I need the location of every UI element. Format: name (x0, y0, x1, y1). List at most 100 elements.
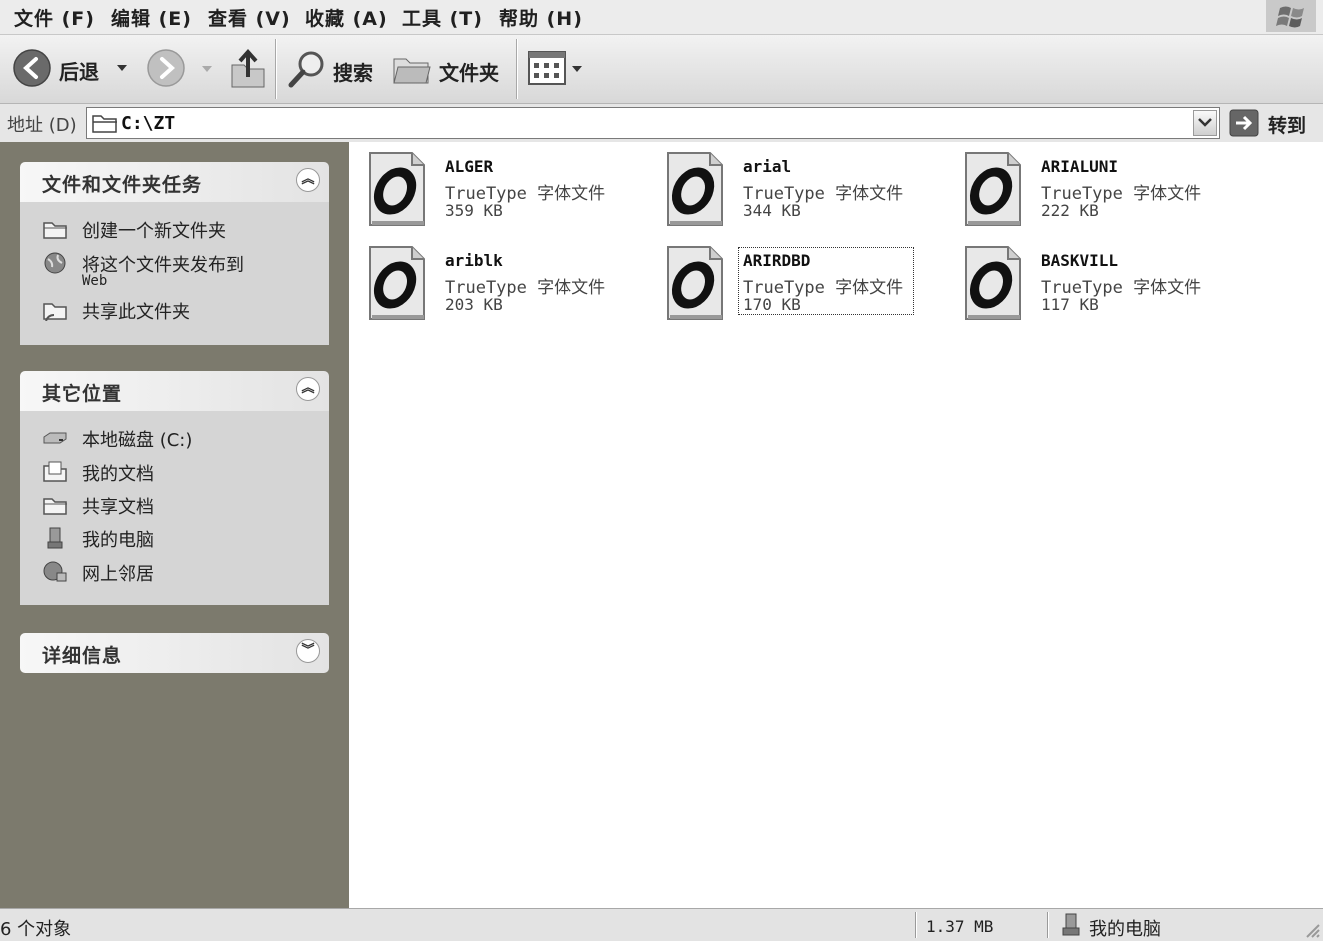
menu-view[interactable]: 查看 (V) (208, 4, 291, 31)
back-label: 后退 (59, 60, 99, 84)
file-size: 203 KB (445, 295, 503, 314)
status-location: 我的电脑 (1089, 919, 1161, 940)
place-label: 共享文档 (82, 497, 154, 518)
address-label: 地址 (D) (7, 115, 77, 136)
task-label: 共享此文件夹 (82, 302, 190, 323)
other-places-title: 其它位置 (42, 383, 123, 405)
shared-folder-icon (43, 303, 67, 321)
task-label: 创建一个新文件夹 (82, 221, 226, 242)
views-button[interactable] (528, 51, 586, 87)
address-dropdown-button[interactable] (1193, 110, 1217, 136)
task-new-folder[interactable]: 创建一个新文件夹 (42, 217, 322, 243)
font-file-item[interactable]: ARIALUNI TrueType 字体文件 222 KB (962, 149, 1232, 235)
menu-tools[interactable]: 工具 (T) (402, 4, 483, 31)
truetype-font-icon (965, 246, 1021, 320)
font-file-item[interactable]: arial TrueType 字体文件 344 KB (664, 149, 934, 235)
folders-icon (393, 58, 431, 84)
status-separator (915, 912, 916, 938)
menu-bar: 文件 (F) 编辑 (E) 查看 (V) 收藏 (A) 工具 (T) 帮助 (H… (0, 0, 1323, 35)
status-object-count: 6 个对象 (0, 919, 72, 940)
file-tasks-title: 文件和文件夹任务 (42, 174, 203, 196)
task-share-folder[interactable]: 共享此文件夹 (42, 298, 322, 324)
file-size: 222 KB (1041, 201, 1099, 220)
truetype-font-icon (965, 152, 1021, 226)
place-my-documents[interactable]: 我的文档 (42, 460, 322, 486)
folder-icon (43, 498, 67, 515)
chevron-down-icon[interactable] (116, 63, 128, 73)
place-local-disk[interactable]: 本地磁盘 (C:) (42, 426, 322, 452)
address-bar: 地址 (D) C:\ZT 转到 (0, 104, 1323, 143)
file-size: 170 KB (743, 295, 801, 314)
file-name: BASKVILL (1041, 251, 1119, 270)
go-label: 转到 (1268, 115, 1307, 137)
font-file-item[interactable]: ariblk TrueType 字体文件 203 KB (366, 243, 636, 329)
place-network[interactable]: 网上邻居 (42, 560, 322, 586)
file-name: ALGER (445, 157, 494, 176)
task-pane: 文件和文件夹任务 ︽ 创建一个新文件夹 将这个文件夹发布到 Web 共享此文件夹 (0, 142, 349, 908)
other-places-header[interactable]: 其它位置 ︽ (20, 371, 329, 411)
globe-icon (44, 252, 66, 274)
search-label: 搜索 (333, 61, 373, 85)
font-file-item[interactable]: ARIRDBD TrueType 字体文件 170 KB (664, 243, 934, 329)
folders-button[interactable]: 文件夹 (392, 47, 506, 91)
view-grid-icon (528, 51, 566, 85)
chevron-down-icon (572, 66, 582, 72)
forward-arrow-icon (147, 49, 185, 87)
file-size: 117 KB (1041, 295, 1099, 314)
font-file-item[interactable]: ALGER TrueType 字体文件 359 KB (366, 149, 636, 235)
place-shared-documents[interactable]: 共享文档 (42, 493, 322, 519)
status-bar: 6 个对象 1.37 MB 我的电脑 (0, 908, 1323, 941)
network-globe-icon (43, 561, 67, 582)
search-button[interactable]: 搜索 (287, 47, 379, 91)
font-file-item[interactable]: BASKVILL TrueType 字体文件 117 KB (962, 243, 1232, 329)
truetype-font-icon (369, 246, 425, 320)
computer-icon (47, 527, 63, 549)
forward-button[interactable] (146, 48, 218, 92)
file-tasks-header[interactable]: 文件和文件夹任务 ︽ (20, 162, 329, 202)
menu-edit[interactable]: 编辑 (E) (111, 4, 192, 31)
toolbar-separator (275, 39, 276, 99)
new-folder-icon (43, 222, 67, 239)
file-tasks-body: 创建一个新文件夹 将这个文件夹发布到 Web 共享此文件夹 (20, 202, 329, 345)
back-arrow-icon (13, 49, 51, 87)
status-total-size: 1.37 MB (926, 917, 994, 936)
file-name: ARIRDBD (743, 251, 811, 270)
menu-file[interactable]: 文件 (F) (14, 4, 95, 31)
place-my-computer[interactable]: 我的电脑 (42, 526, 322, 552)
menu-help[interactable]: 帮助 (H) (499, 4, 583, 31)
truetype-font-icon (667, 152, 723, 226)
collapse-up-icon[interactable]: ︽ (296, 168, 320, 192)
folder-up-icon[interactable] (228, 47, 268, 91)
file-size: 359 KB (445, 201, 503, 220)
address-input[interactable]: C:\ZT (86, 107, 1220, 139)
task-publish-web[interactable]: 将这个文件夹发布到 Web (42, 251, 322, 297)
documents-folder-icon (43, 461, 67, 482)
back-button[interactable]: 后退 (12, 47, 140, 91)
place-label: 我的电脑 (82, 530, 154, 551)
folders-label: 文件夹 (439, 61, 499, 85)
task-label-continued: Web (82, 273, 108, 289)
address-path: C:\ZT (121, 113, 176, 134)
go-arrow-icon (1229, 109, 1259, 137)
windows-logo-icon (1266, 0, 1316, 32)
toolbar: 后退 搜索 文件夹 (0, 35, 1323, 104)
chevron-down-icon[interactable] (201, 64, 213, 74)
file-size: 344 KB (743, 201, 801, 220)
place-label: 我的文档 (82, 464, 154, 485)
file-name: ARIALUNI (1041, 157, 1119, 176)
folder-icon (92, 115, 117, 133)
status-separator (1047, 912, 1048, 938)
details-title: 详细信息 (42, 645, 123, 667)
truetype-font-icon (369, 152, 425, 226)
hard-drive-icon (43, 432, 67, 444)
collapse-up-icon[interactable]: ︽ (296, 377, 320, 401)
resize-grip-icon[interactable] (1303, 921, 1321, 939)
chevron-down-icon (1198, 118, 1212, 127)
expand-down-icon[interactable]: ︾ (296, 639, 320, 663)
menu-favorites[interactable]: 收藏 (A) (305, 4, 388, 31)
details-header[interactable]: 详细信息 ︾ (20, 633, 329, 673)
file-name: arial (743, 157, 792, 176)
place-label: 网上邻居 (82, 564, 154, 585)
file-list-area: ALGER TrueType 字体文件 359 KB arial TrueType 字体… (349, 142, 1323, 908)
go-button[interactable]: 转到 (1229, 107, 1319, 139)
